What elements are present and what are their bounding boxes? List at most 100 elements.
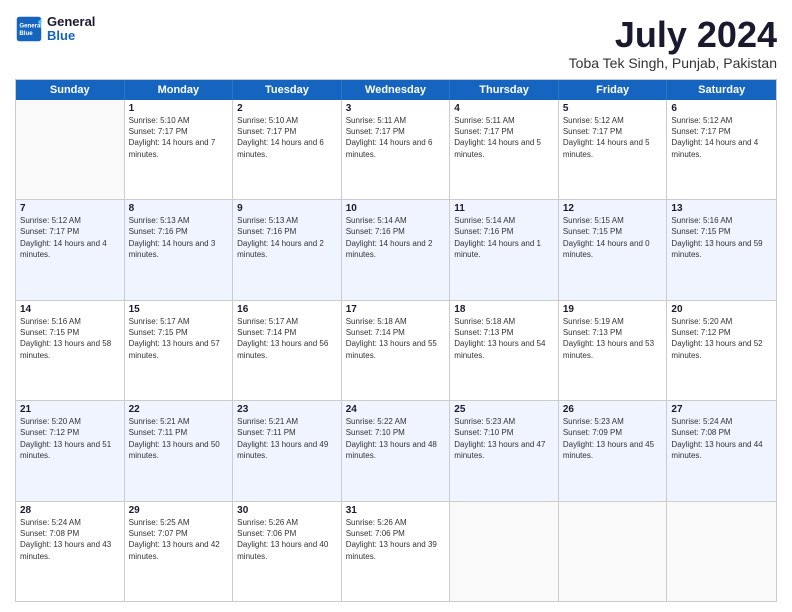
calendar-cell: 8 Sunrise: 5:13 AMSunset: 7:16 PMDaylight… (125, 200, 234, 299)
calendar-week-5: 28Sunrise: 5:24 AMSunset: 7:08 PMDayligh… (16, 502, 776, 601)
day-number: 31 (346, 505, 446, 516)
location: Toba Tek Singh, Punjab, Pakistan (569, 55, 777, 71)
day-number: 26 (563, 404, 663, 415)
logo-text: General Blue (47, 15, 95, 44)
logo-line2: Blue (47, 29, 95, 43)
day-number: 30 (237, 505, 337, 516)
cell-info: Sunrise: 5:20 AMSunset: 7:12 PMDaylight:… (20, 417, 111, 460)
day-number: 17 (346, 304, 446, 315)
calendar-cell: 28Sunrise: 5:24 AMSunset: 7:08 PMDayligh… (16, 502, 125, 601)
day-number: 11 (454, 203, 554, 214)
cell-info: Sunrise: 5:23 AMSunset: 7:10 PMDaylight:… (454, 417, 545, 460)
logo-icon: General Blue (15, 15, 43, 43)
cell-info: Sunrise: 5:13 AMSunset: 7:16 PMDaylight:… (237, 216, 324, 259)
cell-info: Sunrise: 5:21 AMSunset: 7:11 PMDaylight:… (129, 417, 220, 460)
day-number: 25 (454, 404, 554, 415)
svg-text:Blue: Blue (19, 30, 33, 37)
calendar-cell: 20Sunrise: 5:20 AMSunset: 7:12 PMDayligh… (667, 301, 776, 400)
cell-info: Sunrise: 5:10 AMSunset: 7:17 PMDaylight:… (237, 116, 324, 159)
cell-info: Sunrise: 5:26 AMSunset: 7:06 PMDaylight:… (237, 518, 328, 561)
day-number: 7 (20, 203, 120, 214)
day-number: 6 (671, 103, 772, 114)
day-number: 29 (129, 505, 229, 516)
calendar-cell: 15 Sunrise: 5:17 AMSunset: 7:15 PMDayligh… (125, 301, 234, 400)
day-number: 10 (346, 203, 446, 214)
logo-line1: General (47, 15, 95, 29)
cell-info: Sunrise: 5:18 AMSunset: 7:14 PMDaylight:… (346, 317, 437, 360)
header-day-sunday: Sunday (16, 80, 125, 100)
calendar-cell: 31 Sunrise: 5:26 AMSunset: 7:06 PMDayligh… (342, 502, 451, 601)
calendar-week-3: 14 Sunrise: 5:16 AMSunset: 7:15 PMDayligh… (16, 301, 776, 401)
cell-info: Sunrise: 5:17 AMSunset: 7:15 PMDaylight:… (129, 317, 220, 360)
calendar-cell: 18Sunrise: 5:18 AMSunset: 7:13 PMDayligh… (450, 301, 559, 400)
calendar-cell: 12Sunrise: 5:15 AMSunset: 7:15 PMDayligh… (559, 200, 668, 299)
day-number: 21 (20, 404, 120, 415)
cell-info: Sunrise: 5:24 AMSunset: 7:08 PMDaylight:… (671, 417, 762, 460)
day-number: 28 (20, 505, 120, 516)
logo: General Blue General Blue (15, 15, 95, 44)
calendar-week-4: 21 Sunrise: 5:20 AMSunset: 7:12 PMDayligh… (16, 401, 776, 501)
calendar-cell (16, 100, 125, 199)
calendar-cell: 1 Sunrise: 5:10 AMSunset: 7:17 PMDaylight… (125, 100, 234, 199)
day-number: 23 (237, 404, 337, 415)
calendar-cell: 11 Sunrise: 5:14 AMSunset: 7:16 PMDayligh… (450, 200, 559, 299)
calendar-cell: 26 Sunrise: 5:23 AMSunset: 7:09 PMDayligh… (559, 401, 668, 500)
cell-info: Sunrise: 5:13 AMSunset: 7:16 PMDaylight:… (129, 216, 216, 259)
calendar-header: SundayMondayTuesdayWednesdayThursdayFrid… (16, 80, 776, 100)
calendar-cell: 14 Sunrise: 5:16 AMSunset: 7:15 PMDayligh… (16, 301, 125, 400)
day-number: 20 (671, 304, 772, 315)
day-number: 3 (346, 103, 446, 114)
month-title: July 2024 (569, 15, 777, 55)
day-number: 14 (20, 304, 120, 315)
calendar-cell: 3 Sunrise: 5:11 AMSunset: 7:17 PMDaylight… (342, 100, 451, 199)
cell-info: Sunrise: 5:16 AMSunset: 7:15 PMDaylight:… (671, 216, 762, 259)
day-number: 15 (129, 304, 229, 315)
cell-info: Sunrise: 5:19 AMSunset: 7:13 PMDaylight:… (563, 317, 654, 360)
calendar-cell: 6Sunrise: 5:12 AMSunset: 7:17 PMDaylight… (667, 100, 776, 199)
calendar-cell: 2Sunrise: 5:10 AMSunset: 7:17 PMDaylight… (233, 100, 342, 199)
day-number: 27 (671, 404, 772, 415)
cell-info: Sunrise: 5:17 AMSunset: 7:14 PMDaylight:… (237, 317, 328, 360)
calendar-cell: 30 Sunrise: 5:26 AMSunset: 7:06 PMDayligh… (233, 502, 342, 601)
cell-info: Sunrise: 5:11 AMSunset: 7:17 PMDaylight:… (454, 116, 541, 159)
cell-info: Sunrise: 5:11 AMSunset: 7:17 PMDaylight:… (346, 116, 433, 159)
day-number: 22 (129, 404, 229, 415)
cell-info: Sunrise: 5:16 AMSunset: 7:15 PMDaylight:… (20, 317, 111, 360)
calendar-cell (667, 502, 776, 601)
calendar-cell: 16Sunrise: 5:17 AMSunset: 7:14 PMDayligh… (233, 301, 342, 400)
header-day-monday: Monday (125, 80, 234, 100)
calendar-cell (559, 502, 668, 601)
calendar-cell: 9 Sunrise: 5:13 AMSunset: 7:16 PMDaylight… (233, 200, 342, 299)
page-header: General Blue General Blue July 2024 Toba… (15, 15, 777, 71)
cell-info: Sunrise: 5:10 AMSunset: 7:17 PMDaylight:… (129, 116, 216, 159)
cell-info: Sunrise: 5:14 AMSunset: 7:16 PMDaylight:… (346, 216, 433, 259)
cell-info: Sunrise: 5:18 AMSunset: 7:13 PMDaylight:… (454, 317, 545, 360)
cell-info: Sunrise: 5:21 AMSunset: 7:11 PMDaylight:… (237, 417, 328, 460)
header-day-wednesday: Wednesday (342, 80, 451, 100)
calendar-cell: 7 Sunrise: 5:12 AMSunset: 7:17 PMDaylight… (16, 200, 125, 299)
cell-info: Sunrise: 5:22 AMSunset: 7:10 PMDaylight:… (346, 417, 437, 460)
calendar-cell: 21 Sunrise: 5:20 AMSunset: 7:12 PMDayligh… (16, 401, 125, 500)
day-number: 8 (129, 203, 229, 214)
calendar-cell: 19 Sunrise: 5:19 AMSunset: 7:13 PMDayligh… (559, 301, 668, 400)
cell-info: Sunrise: 5:26 AMSunset: 7:06 PMDaylight:… (346, 518, 437, 561)
calendar: SundayMondayTuesdayWednesdayThursdayFrid… (15, 79, 777, 602)
calendar-cell: 22 Sunrise: 5:21 AMSunset: 7:11 PMDayligh… (125, 401, 234, 500)
calendar-week-1: 1 Sunrise: 5:10 AMSunset: 7:17 PMDaylight… (16, 100, 776, 200)
day-number: 24 (346, 404, 446, 415)
calendar-cell: 23 Sunrise: 5:21 AMSunset: 7:11 PMDayligh… (233, 401, 342, 500)
cell-info: Sunrise: 5:23 AMSunset: 7:09 PMDaylight:… (563, 417, 654, 460)
calendar-cell: 24 Sunrise: 5:22 AMSunset: 7:10 PMDayligh… (342, 401, 451, 500)
calendar-cell: 17 Sunrise: 5:18 AMSunset: 7:14 PMDayligh… (342, 301, 451, 400)
day-number: 9 (237, 203, 337, 214)
calendar-body: 1 Sunrise: 5:10 AMSunset: 7:17 PMDaylight… (16, 100, 776, 601)
header-day-saturday: Saturday (667, 80, 776, 100)
calendar-cell (450, 502, 559, 601)
cell-info: Sunrise: 5:12 AMSunset: 7:17 PMDaylight:… (20, 216, 107, 259)
cell-info: Sunrise: 5:12 AMSunset: 7:17 PMDaylight:… (563, 116, 650, 159)
cell-info: Sunrise: 5:14 AMSunset: 7:16 PMDaylight:… (454, 216, 541, 259)
day-number: 1 (129, 103, 229, 114)
cell-info: Sunrise: 5:15 AMSunset: 7:15 PMDaylight:… (563, 216, 650, 259)
calendar-cell: 27 Sunrise: 5:24 AMSunset: 7:08 PMDayligh… (667, 401, 776, 500)
day-number: 19 (563, 304, 663, 315)
